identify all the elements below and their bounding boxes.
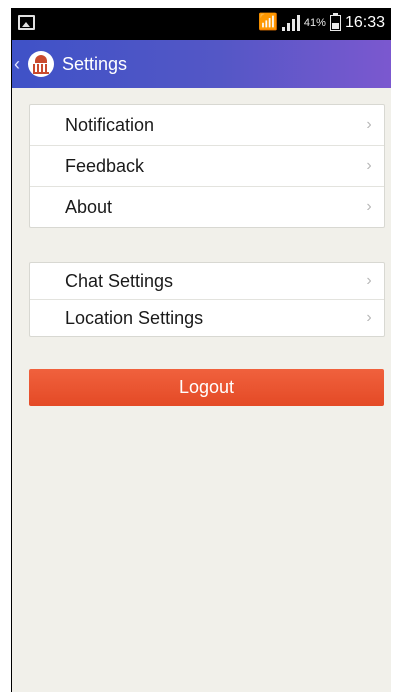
battery-percent: 41% — [303, 17, 326, 29]
settings-item-label: About — [65, 196, 113, 217]
logout-button[interactable]: Logout — [29, 369, 384, 406]
wifi-icon: 📶 — [258, 14, 278, 31]
settings-item-location-settings[interactable]: Location Settings › — [30, 299, 384, 336]
settings-item-label: Location Settings — [65, 307, 204, 328]
settings-group-preferences: Chat Settings › Location Settings › — [29, 262, 385, 337]
settings-item-label: Chat Settings — [65, 270, 174, 291]
status-indicators: 📶 41% 16:33 — [258, 13, 385, 32]
status-time: 16:33 — [344, 14, 385, 31]
capitol-building-logo-icon[interactable] — [28, 51, 54, 77]
battery-icon — [329, 13, 341, 31]
settings-item-about[interactable]: About › — [30, 186, 384, 227]
app-bar: ‹ Settings — [12, 40, 391, 88]
status-bar: 📶 41% 16:33 — [12, 8, 391, 40]
chevron-right-icon: › — [366, 309, 372, 326]
phone-screen: 📶 41% 16:33 ‹ Settings Notification › Fe… — [11, 8, 391, 692]
settings-item-label: Notification — [65, 114, 155, 135]
settings-item-label: Feedback — [65, 155, 145, 176]
settings-item-feedback[interactable]: Feedback › — [30, 145, 384, 186]
chevron-right-icon: › — [366, 198, 372, 215]
settings-item-chat-settings[interactable]: Chat Settings › — [30, 263, 384, 299]
chevron-right-icon: › — [366, 157, 372, 174]
gallery-icon — [18, 15, 35, 30]
page-title: Settings — [62, 53, 128, 74]
chevron-right-icon: › — [366, 272, 372, 289]
chevron-right-icon: › — [366, 116, 372, 133]
chevron-left-icon[interactable]: ‹ — [14, 54, 26, 75]
signal-icon — [281, 15, 300, 31]
settings-item-notification[interactable]: Notification › — [30, 105, 384, 145]
settings-group-general: Notification › Feedback › About › — [29, 104, 385, 228]
